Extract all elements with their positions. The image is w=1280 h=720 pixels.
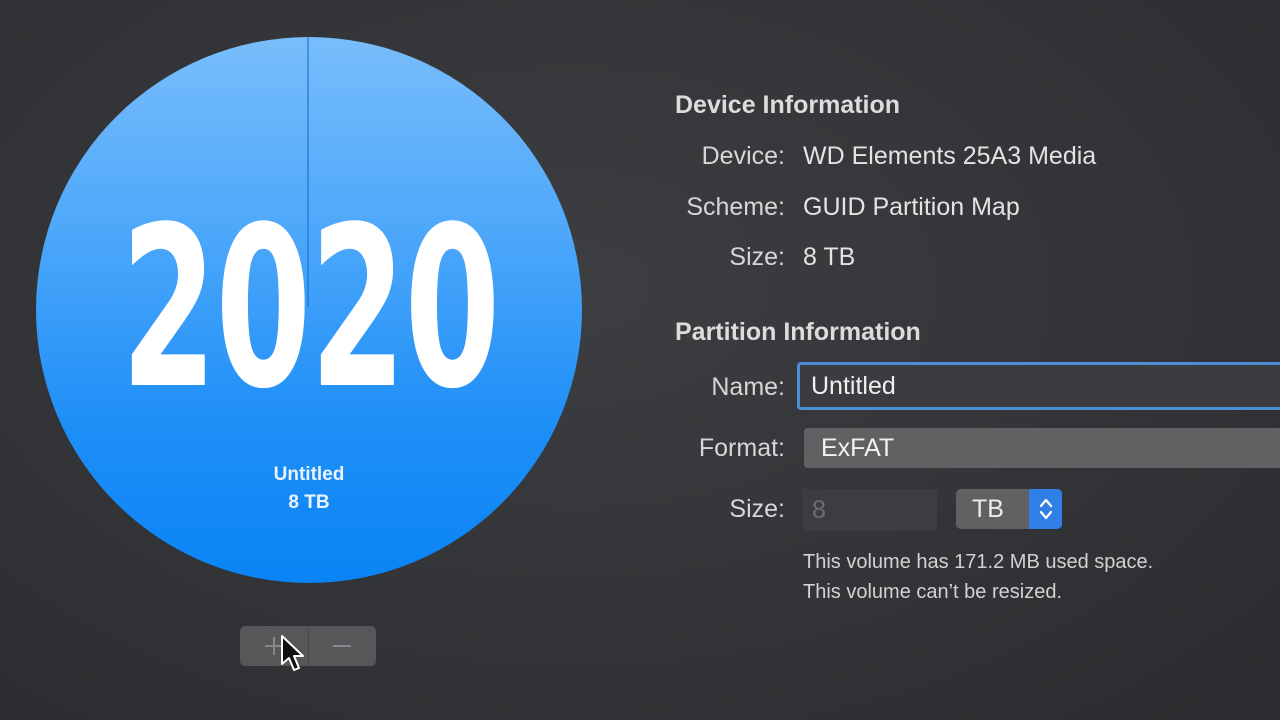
format-popup-button[interactable]: ExFAT [804, 428, 1280, 468]
up-down-chevron-icon[interactable] [1029, 489, 1062, 529]
device-value: WD Elements 25A3 Media [803, 142, 1097, 170]
minus-icon [333, 645, 352, 647]
device-info-heading: Device Information [675, 91, 901, 119]
partition-size-label: 8 TB [288, 492, 330, 513]
partition-add-remove-control [240, 626, 376, 666]
partition-name-label: Untitled [273, 464, 345, 485]
partition-size-field: 8 [803, 489, 937, 531]
name-label: Name: [711, 373, 785, 401]
scheme-label: Scheme: [686, 193, 785, 221]
device-label: Device: [701, 142, 785, 170]
format-label: Format: [698, 434, 785, 462]
partition-info-heading: Partition Information [675, 318, 921, 346]
size-unit-value: TB [972, 495, 1004, 523]
resize-note: This volume can’t be resized. [803, 581, 1063, 603]
partition-size-label-field: Size: [729, 495, 785, 523]
device-size-label: Size: [729, 243, 785, 271]
partition-name-field[interactable]: Untitled [797, 362, 1280, 410]
device-size-value: 8 TB [803, 243, 856, 271]
scheme-value: GUID Partition Map [803, 193, 1020, 221]
year-overlay-text: 2020 [120, 180, 500, 438]
mouse-pointer-icon [281, 635, 304, 671]
size-unit-popup[interactable]: TB [956, 489, 1062, 529]
remove-partition-button[interactable] [309, 626, 377, 666]
used-space-note: This volume has 171.2 MB used space. [803, 551, 1154, 573]
